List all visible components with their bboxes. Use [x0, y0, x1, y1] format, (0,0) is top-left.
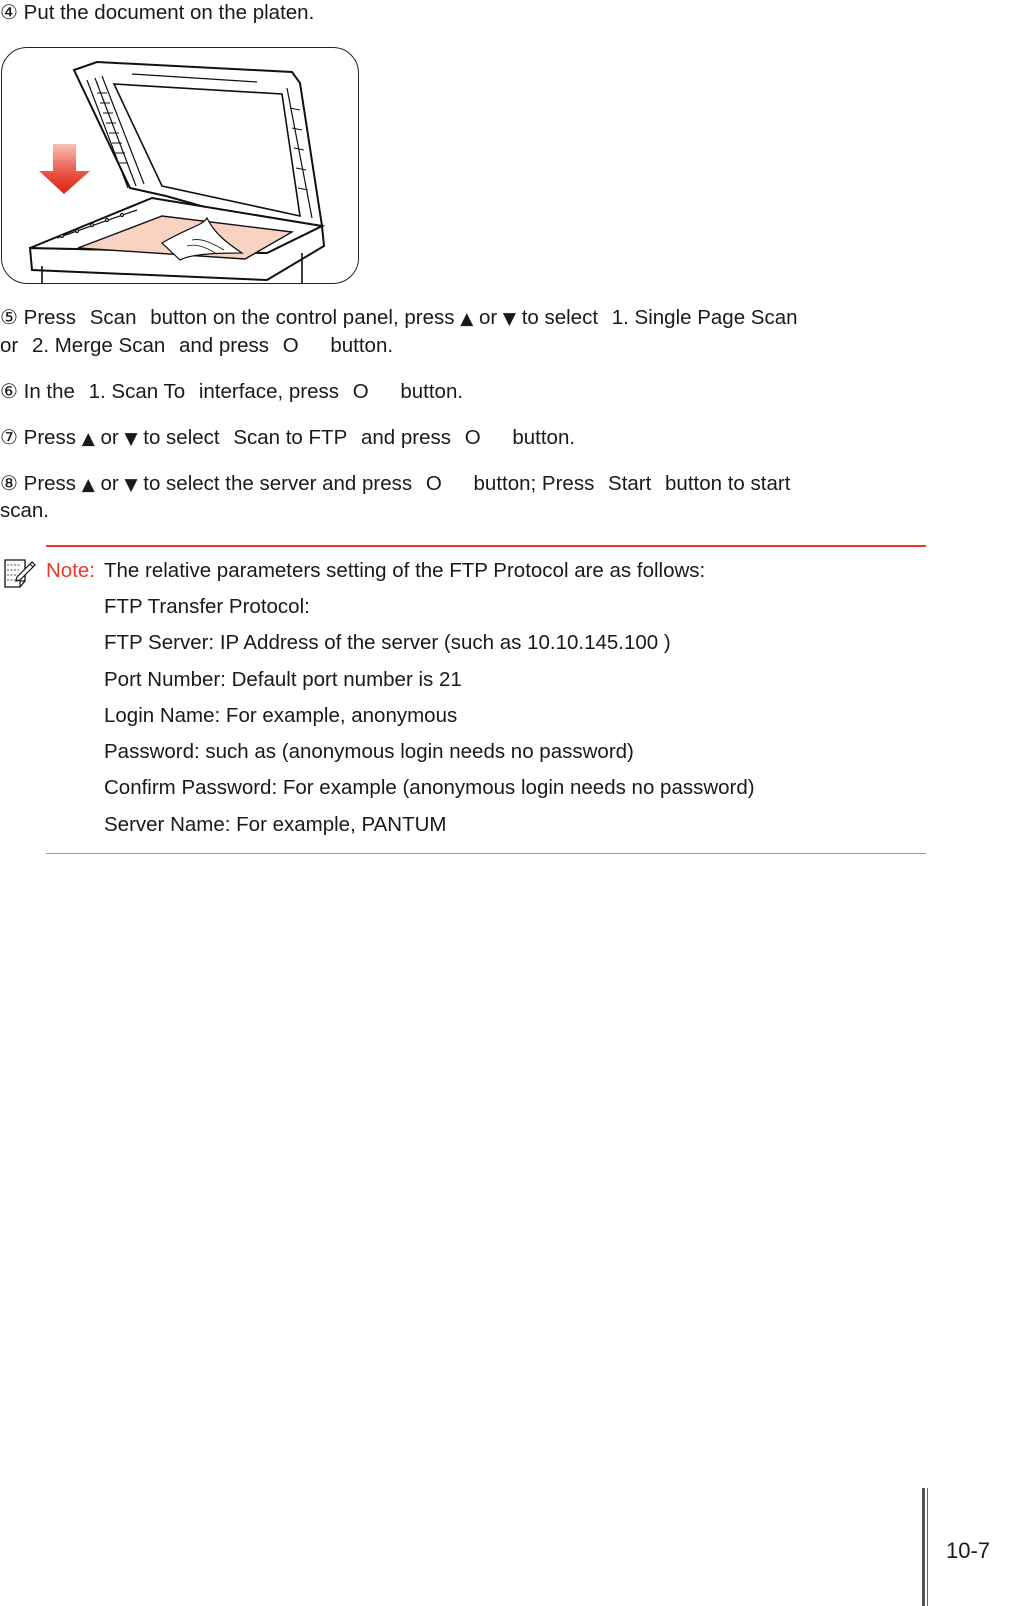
- ok-key-label: O: [352, 380, 369, 403]
- note-line: Port Number: Default port number is 21: [104, 668, 462, 691]
- scan-key-label: Scan: [89, 306, 137, 329]
- step-5-line-1: ⑤ Press Scan button on the control panel…: [0, 305, 798, 331]
- step-text: or: [478, 306, 498, 329]
- note-line: Password: such as (anonymous login needs…: [104, 740, 634, 763]
- up-arrow-icon: ▲: [460, 309, 474, 329]
- down-arrow-icon: ▼: [124, 429, 138, 449]
- page-number: 10-7: [946, 1538, 991, 1563]
- step-marker: ④: [0, 0, 18, 24]
- note-bottom-divider: [46, 853, 926, 854]
- down-arrow-icon: ▼: [124, 475, 138, 495]
- page-margin-accent: [927, 1488, 928, 1606]
- step-text: button.: [512, 426, 576, 449]
- note-line: Confirm Password: For example (anonymous…: [104, 776, 755, 799]
- note-line: Server Name: For example, PANTUM: [104, 813, 447, 836]
- step-text: Press: [23, 472, 77, 495]
- step-text: In the: [23, 380, 75, 403]
- step-4: ④ Put the document on the platen.: [0, 0, 314, 25]
- note-line: FTP Server: IP Address of the server (su…: [104, 631, 671, 654]
- menu-option-label: Scan to FTP: [233, 426, 348, 449]
- step-text: Press: [23, 306, 77, 329]
- step-7: ⑦ Press ▲ or ▼ to select Scan to FTP and…: [0, 425, 575, 451]
- start-key-label: Start: [608, 472, 652, 495]
- note-line: Login Name: For example, anonymous: [104, 704, 458, 727]
- step-text: to select: [521, 306, 599, 329]
- step-text: button.: [400, 380, 464, 403]
- note-label: Note:: [46, 559, 95, 582]
- step-marker: ⑦: [0, 425, 18, 449]
- ok-key-label: O: [425, 472, 442, 495]
- ok-key-label: O: [464, 426, 481, 449]
- up-arrow-icon: ▲: [81, 475, 95, 495]
- step-text: button on the control panel, press: [150, 306, 455, 329]
- step-text: and press: [178, 334, 269, 357]
- step-text: to select the server and press: [143, 472, 413, 495]
- note-pencil-icon: [3, 557, 37, 591]
- step-5-line-2: or 2. Merge Scan and press O button.: [0, 334, 393, 358]
- step-text: button.: [330, 334, 394, 357]
- up-arrow-icon: ▲: [81, 429, 95, 449]
- step-8-line-2: scan.: [0, 499, 49, 523]
- note-line: FTP Transfer Protocol:: [104, 595, 310, 618]
- scanner-illustration: [1, 47, 359, 284]
- ok-key-label: O: [282, 334, 299, 357]
- step-text: button; Press: [473, 472, 595, 495]
- menu-option-label: 2. Merge Scan: [31, 334, 166, 357]
- step-marker: ⑧: [0, 471, 18, 495]
- step-text: Put the document on the platen.: [23, 1, 315, 24]
- step-text: interface, press: [198, 380, 339, 403]
- down-arrow-icon: ▼: [502, 309, 516, 329]
- note-line: The relative parameters setting of the F…: [104, 559, 706, 582]
- step-text: scan.: [0, 499, 49, 522]
- step-text: or: [100, 472, 119, 495]
- step-text: button to start: [665, 472, 791, 495]
- page-margin-bar: [922, 1488, 925, 1606]
- step-text: and press: [360, 426, 451, 449]
- step-8-line-1: ⑧ Press ▲ or ▼ to select the server and …: [0, 471, 790, 497]
- step-text: or: [100, 426, 119, 449]
- step-6: ⑥ In the 1. Scan To interface, press O b…: [0, 379, 463, 404]
- note-top-divider: [46, 545, 926, 547]
- menu-option-label: 1. Single Page Scan: [611, 306, 798, 329]
- scanner-drawing: [28, 60, 326, 283]
- menu-option-label: 1. Scan To: [88, 380, 186, 403]
- step-text: to select: [143, 426, 220, 449]
- step-text: Press: [23, 426, 77, 449]
- step-text: or: [0, 334, 19, 357]
- step-marker: ⑥: [0, 379, 18, 403]
- down-arrow-icon: [39, 144, 90, 194]
- step-marker: ⑤: [0, 305, 18, 329]
